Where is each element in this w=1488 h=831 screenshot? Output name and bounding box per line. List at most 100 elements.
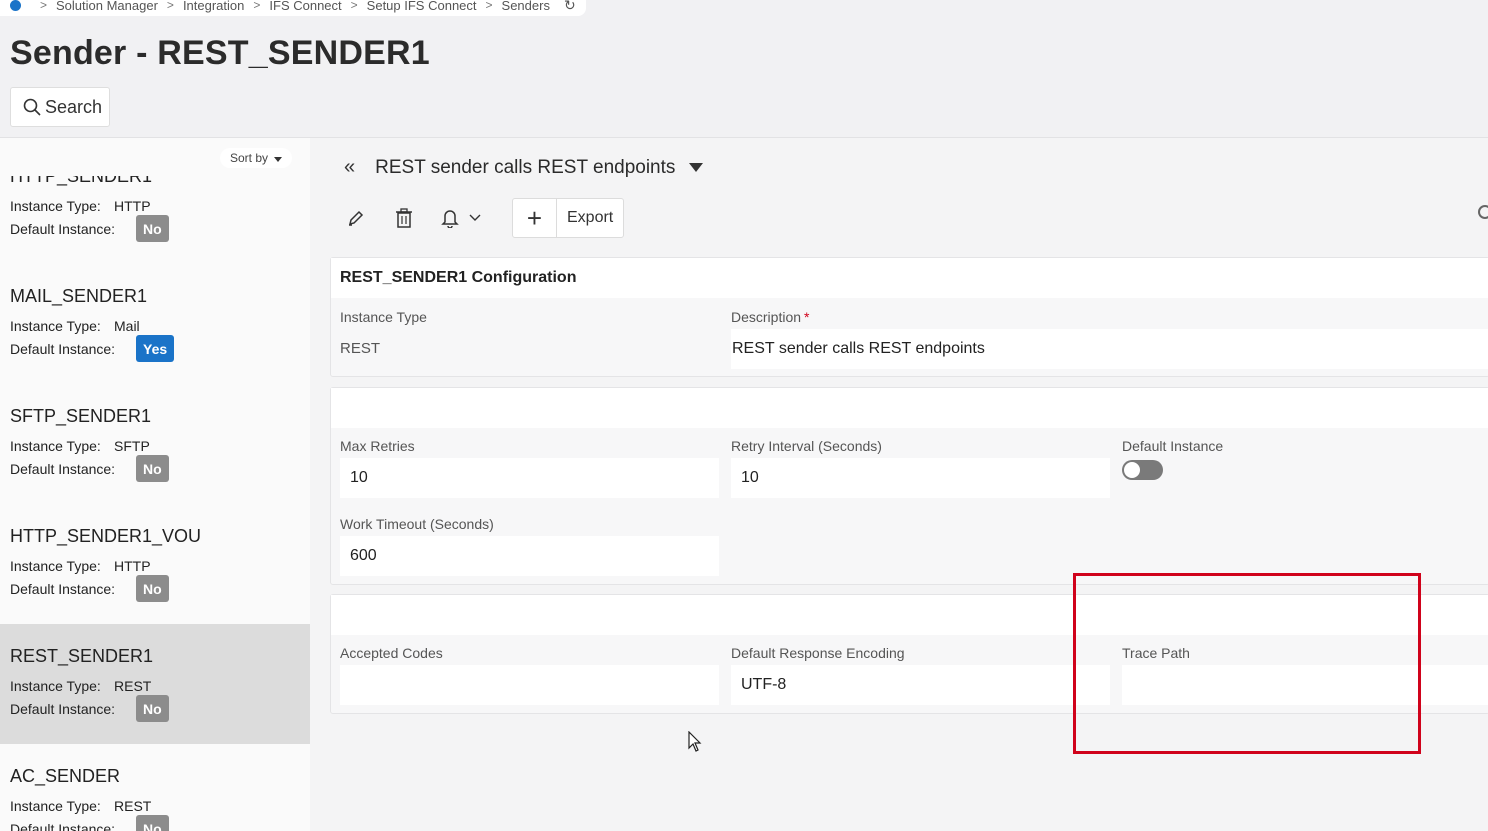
home-icon[interactable]	[10, 0, 21, 11]
chevron-right-icon: >	[350, 0, 358, 12]
accepted-codes-input[interactable]	[340, 665, 719, 705]
description-label-text: Description	[731, 309, 802, 325]
default-instance-label: Default Instance:	[10, 221, 116, 237]
toolbar-group: + Export	[512, 198, 625, 238]
instance-type-label: Instance Type:	[10, 438, 101, 454]
default-response-encoding-input[interactable]: UTF-8	[731, 665, 1110, 705]
refresh-icon[interactable]: ↻	[564, 0, 576, 14]
status-badge: No	[136, 695, 169, 722]
breadcrumb-item-solution-manager[interactable]: Solution Manager	[56, 0, 158, 13]
search-icon[interactable]	[1478, 205, 1488, 219]
accepted-codes-label: Accepted Codes	[340, 645, 443, 661]
instance-type-label: Instance Type:	[10, 798, 101, 814]
default-instance-label: Default Instance:	[10, 701, 116, 717]
list-item[interactable]: SFTP_SENDER1 Instance Type: SFTP Default…	[0, 384, 310, 504]
chevron-right-icon: >	[166, 0, 174, 12]
list-item-default-row: Default Instance: No	[10, 455, 310, 482]
instance-type-field-label: Instance Type	[340, 309, 427, 325]
list-item[interactable]: AC_SENDER Instance Type: REST Default In…	[0, 744, 310, 831]
chevron-right-icon: >	[40, 0, 48, 12]
default-instance-toggle[interactable]	[1122, 460, 1163, 480]
list-item-name: MAIL_SENDER1	[10, 286, 148, 306]
chevron-right-icon: >	[485, 0, 493, 12]
breadcrumb: > Solution Manager > Integration > IFS C…	[0, 0, 586, 16]
list-item-selected[interactable]: REST_SENDER1 Instance Type: REST Default…	[0, 624, 310, 744]
list-item-name: SFTP_SENDER1	[10, 406, 152, 426]
trash-icon	[396, 208, 412, 228]
list-item-default-row: Default Instance: No	[10, 815, 310, 831]
work-timeout-label: Work Timeout (Seconds)	[340, 516, 494, 532]
max-retries-input[interactable]: 10	[340, 458, 719, 498]
list-item-type-row: Instance Type: REST	[10, 798, 151, 814]
instance-type-value: SFTP	[114, 438, 150, 454]
configuration-card-title: REST_SENDER1 Configuration	[331, 258, 1488, 298]
status-badge: No	[136, 215, 169, 242]
work-timeout-input[interactable]: 600	[340, 536, 719, 576]
pencil-icon	[348, 210, 364, 226]
description-field-label: Description *	[731, 309, 809, 325]
list-item[interactable]: HTTP_SENDER1_VOU Instance Type: HTTP Def…	[0, 504, 310, 624]
instance-type-value: Mail	[114, 318, 140, 334]
configuration-card: REST_SENDER1 Configuration Instance Type…	[330, 257, 1488, 377]
instance-type-label: Instance Type:	[10, 318, 101, 334]
breadcrumb-item-ifs-connect[interactable]: IFS Connect	[269, 0, 341, 13]
default-instance-label: Default Instance:	[10, 461, 116, 477]
list-item[interactable]: MAIL_SENDER1 Instance Type: Mail Default…	[0, 264, 310, 384]
detail-header-title: REST sender calls REST endpoints	[375, 156, 676, 178]
list-item-name: AC_SENDER	[10, 766, 121, 786]
list-item-type-row: Instance Type: REST	[10, 678, 151, 694]
bell-icon	[441, 210, 459, 228]
caret-down-icon	[274, 157, 283, 162]
export-button[interactable]: Export	[557, 199, 623, 237]
status-badge: Yes	[136, 335, 175, 362]
list-item-type-row: Instance Type: HTTP	[10, 198, 151, 214]
default-instance-label: Default Instance:	[10, 581, 116, 597]
default-response-encoding-label: Default Response Encoding	[731, 645, 905, 661]
sender-list[interactable]: Sort by HTTP_SENDER1 Instance Type: HTTP…	[0, 138, 310, 831]
list-item-default-row: Default Instance: No	[10, 575, 310, 602]
sort-by-label: Sort by	[230, 151, 269, 165]
mouse-cursor-icon	[688, 731, 702, 752]
instance-type-value: REST	[114, 798, 152, 814]
notifications-dropdown[interactable]	[436, 202, 486, 234]
instance-type-field-value: REST	[340, 340, 381, 357]
list-item-type-row: Instance Type: SFTP	[10, 438, 150, 454]
default-instance-label: Default Instance:	[10, 341, 116, 357]
sort-by-dropdown[interactable]: Sort by	[220, 148, 293, 168]
status-badge: No	[136, 455, 169, 482]
toolbar: + Export	[340, 198, 625, 238]
required-marker: *	[804, 309, 810, 325]
add-button[interactable]: +	[513, 199, 557, 237]
detail-header: « REST sender calls REST endpoints	[344, 156, 704, 179]
caret-down-icon[interactable]	[689, 163, 704, 172]
search-button[interactable]: Search	[10, 87, 110, 127]
edit-button[interactable]	[340, 202, 372, 234]
retry-interval-input[interactable]: 10	[731, 458, 1110, 498]
list-item-default-row: Default Instance: Yes	[10, 335, 310, 362]
list-item-name: HTTP_SENDER1_VOU	[10, 526, 202, 546]
status-badge: No	[136, 815, 169, 831]
chevron-right-icon: >	[253, 0, 261, 12]
description-input[interactable]: REST sender calls REST endpoints	[731, 329, 1488, 369]
collapse-list-icon[interactable]: «	[344, 156, 355, 179]
breadcrumb-item-setup-ifs-connect[interactable]: Setup IFS Connect	[367, 0, 477, 13]
default-instance-label: Default Instance:	[10, 821, 116, 831]
delete-button[interactable]	[388, 202, 420, 234]
list-item-name: REST_SENDER1	[10, 646, 154, 666]
instance-type-value: REST	[114, 678, 152, 694]
retry-settings-card: Max Retries 10 Retry Interval (Seconds) …	[330, 387, 1488, 585]
list-item-default-row: Default Instance: No	[10, 695, 310, 722]
retry-interval-label: Retry Interval (Seconds)	[731, 438, 882, 454]
default-instance-label: Default Instance	[1122, 438, 1224, 454]
instance-type-label: Instance Type:	[10, 678, 101, 694]
instance-type-value: HTTP	[114, 558, 151, 574]
instance-type-value: HTTP	[114, 198, 151, 214]
list-item-type-row: Instance Type: HTTP	[10, 558, 151, 574]
breadcrumb-item-integration[interactable]: Integration	[183, 0, 244, 13]
search-icon	[23, 98, 41, 116]
list-item-type-row: Instance Type: Mail	[10, 318, 140, 334]
breadcrumb-item-senders[interactable]: Senders	[502, 0, 550, 13]
highlight-box	[1073, 573, 1421, 754]
max-retries-label: Max Retries	[340, 438, 415, 454]
chevron-down-icon	[469, 214, 481, 221]
